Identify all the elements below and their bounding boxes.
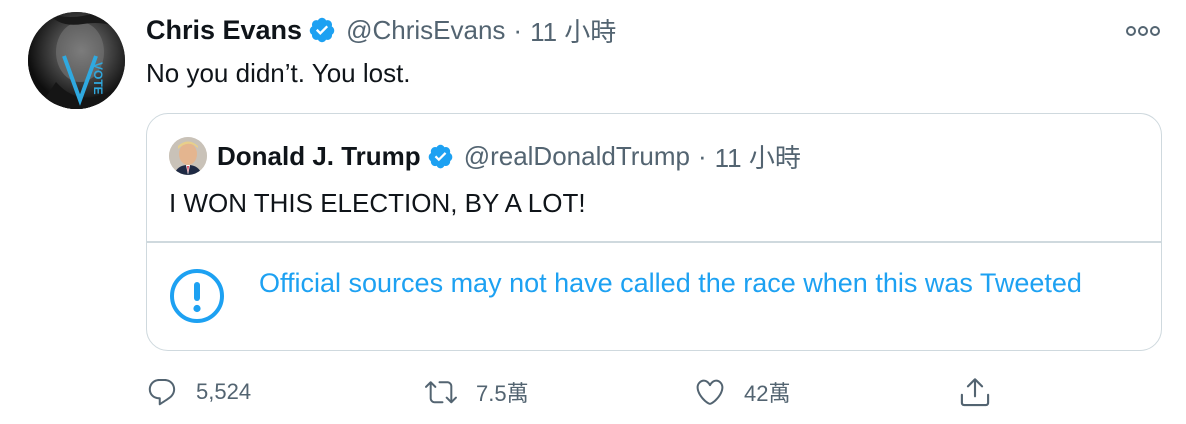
more-icon: [1126, 26, 1160, 36]
author-avatar-image: VOTE: [28, 12, 125, 109]
author-name[interactable]: Chris Evans: [146, 15, 302, 46]
tweet-text: No you didn’t. You lost.: [146, 58, 411, 88]
quoted-tweet-text: I WON THIS ELECTION, BY A LOT!: [169, 188, 586, 218]
retweet-count: 7.5萬: [476, 381, 529, 406]
quoted-author-avatar: [169, 137, 207, 175]
exclamation-circle-icon: [169, 268, 225, 324]
retweet-icon: [425, 381, 457, 404]
separator-dot: ·: [513, 14, 523, 45]
author-handle[interactable]: @ChrisEvans: [346, 15, 505, 46]
quoted-verified-badge-icon: [427, 143, 454, 170]
reply-count: 5,524: [196, 379, 252, 404]
retweet-button[interactable]: 7.5萬: [424, 372, 529, 412]
more-options-button[interactable]: [1124, 18, 1162, 44]
share-button[interactable]: [958, 372, 992, 412]
tweet-timestamp[interactable]: 11 小時: [530, 12, 616, 49]
quoted-tweet-card[interactable]: Donald J. Trump @realDonaldTrump · 11 小時…: [146, 113, 1162, 351]
quoted-author-name[interactable]: Donald J. Trump: [217, 141, 421, 172]
verified-badge-icon: [308, 16, 336, 44]
election-notice-label[interactable]: Official sources may not have called the…: [169, 264, 1109, 324]
avatar-vote-text: VOTE: [91, 62, 105, 95]
quoted-tweet-divider: [147, 241, 1161, 243]
reply-icon: [148, 378, 176, 406]
author-avatar[interactable]: VOTE: [28, 12, 125, 109]
reply-button[interactable]: 5,524: [146, 372, 251, 412]
tweet-header: Chris Evans @ChrisEvans · 11 小時: [146, 12, 616, 48]
share-icon: [960, 378, 990, 407]
like-count: 42萬: [744, 381, 791, 406]
quoted-tweet-timestamp[interactable]: 11 小時: [715, 138, 801, 175]
quoted-author-handle[interactable]: @realDonaldTrump: [464, 141, 690, 172]
heart-icon: [696, 379, 724, 405]
like-button[interactable]: 42萬: [694, 372, 790, 412]
tweet-action-bar: 5,524 7.5萬 42萬: [146, 372, 1006, 412]
election-notice-text[interactable]: Official sources may not have called the…: [259, 264, 1082, 302]
quoted-tweet-header: Donald J. Trump @realDonaldTrump · 11 小時: [169, 136, 801, 176]
quoted-separator-dot: ·: [697, 140, 707, 171]
